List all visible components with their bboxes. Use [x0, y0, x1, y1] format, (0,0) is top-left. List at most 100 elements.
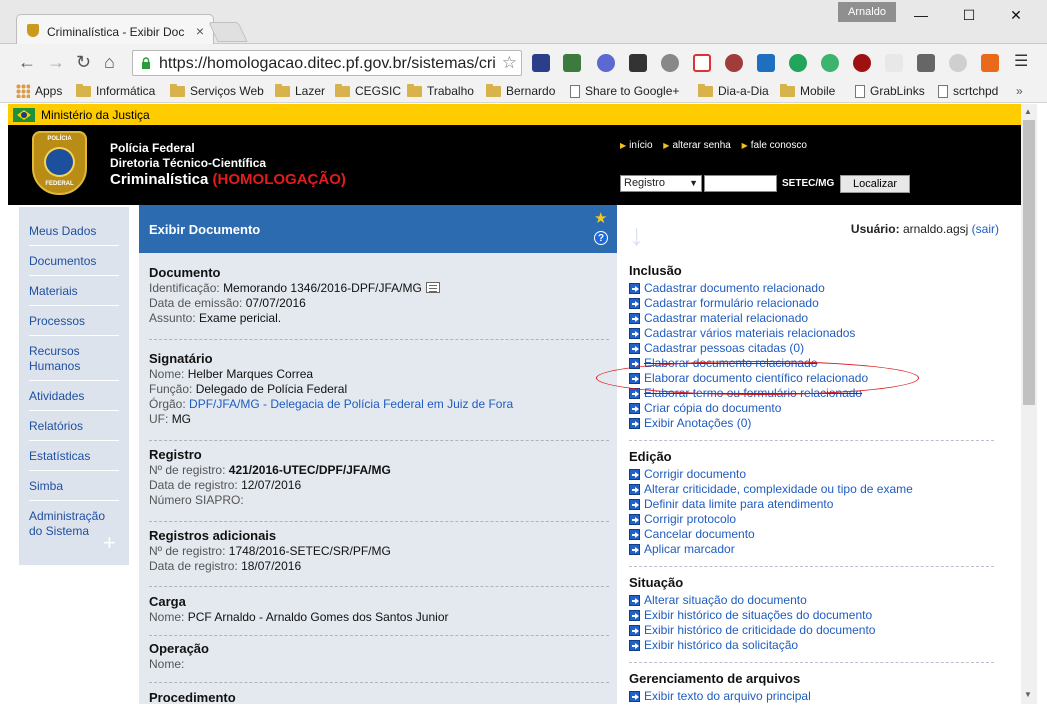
action-historico-solicitacao[interactable]: Exibir histórico da solicitação — [629, 638, 798, 652]
sidebar-item-materiais[interactable]: Materiais — [29, 284, 119, 299]
help-icon[interactable]: ? — [594, 231, 608, 245]
action-exibir-texto-arquivo[interactable]: Exibir texto do arquivo principal — [629, 689, 811, 703]
tab-title: Criminalística - Exibir Doc — [47, 25, 185, 39]
action-arrow-icon — [629, 609, 640, 621]
sidebar-item-recursos-humanos[interactable]: Recursos Humanos — [29, 344, 119, 374]
folder-icon — [698, 83, 713, 97]
favorite-star-icon[interactable]: ★ — [594, 209, 607, 227]
bookmark-page[interactable]: GrabLinks — [855, 84, 925, 98]
menu-icon[interactable]: ☰ — [1014, 53, 1028, 71]
bookmark-folder[interactable]: Bernardo — [486, 83, 555, 98]
sidebar-item-simba[interactable]: Simba — [29, 479, 119, 494]
back-icon[interactable]: ← — [18, 53, 36, 71]
action-cadastrar-varios-materiais[interactable]: Cadastrar vários materiais relacionados — [629, 326, 855, 340]
signer-org-link[interactable]: DPF/JFA/MG - Delegacia de Polícia Federa… — [189, 397, 513, 411]
action-definir-data-limite[interactable]: Definir data limite para atendimento — [629, 497, 833, 511]
ministry-label[interactable]: Ministério da Justiça — [41, 108, 150, 122]
fale-conosco-link[interactable]: ▶ fale conosco — [742, 140, 807, 151]
divider — [29, 470, 119, 471]
scroll-down-icon[interactable]: ▼ — [1024, 690, 1032, 699]
localizar-button[interactable]: Localizar — [840, 175, 910, 193]
badge-top-text: POLÍCIA — [47, 136, 72, 142]
search-input[interactable] — [704, 175, 777, 192]
bookmark-page[interactable]: scrtchpd — [938, 84, 998, 98]
operacao-name-label: Nome: — [149, 657, 185, 671]
gmail-icon[interactable] — [693, 54, 711, 72]
search-type-select[interactable]: Registro ▼ — [620, 175, 702, 192]
home-icon[interactable]: ⌂ — [104, 53, 115, 71]
bookmark-folder[interactable]: Dia-a-Dia — [698, 83, 769, 98]
action-cadastrar-formulario[interactable]: Cadastrar formulário relacionado — [629, 296, 819, 310]
sidebar-item-processos[interactable]: Processos — [29, 314, 119, 329]
bookmark-page[interactable]: Share to Google+ — [570, 84, 679, 98]
extension-icon[interactable] — [981, 54, 999, 72]
document-view-icon[interactable] — [425, 282, 440, 293]
css-icon[interactable] — [885, 54, 903, 72]
sidebar-item-documentos[interactable]: Documentos — [29, 254, 119, 269]
action-exibir-anotacoes[interactable]: Exibir Anotações (0) — [629, 416, 751, 430]
action-criar-copia[interactable]: Criar cópia do documento — [629, 401, 781, 415]
minimize-icon[interactable]: — — [906, 5, 936, 25]
logout-link[interactable]: (sair) — [972, 222, 999, 236]
bookmark-apps[interactable]: Apps — [16, 84, 62, 98]
profile-chip[interactable]: Arnaldo — [838, 2, 896, 22]
bookmark-folder[interactable]: CEGSIC — [335, 83, 401, 98]
action-corrigir-documento[interactable]: Corrigir documento — [629, 467, 746, 481]
browser-tab[interactable]: Criminalística - Exibir Doc × — [16, 14, 214, 45]
new-tab-button[interactable] — [208, 22, 248, 42]
extension-icon[interactable] — [725, 54, 743, 72]
address-bar[interactable]: https://homologacao.ditec.pf.gov.br/sist… — [132, 50, 522, 76]
action-cadastrar-material[interactable]: Cadastrar material relacionado — [629, 311, 808, 325]
extension-icon[interactable] — [563, 54, 581, 72]
extension-icon[interactable] — [661, 54, 679, 72]
action-alterar-criticidade[interactable]: Alterar criticidade, complexidade ou tip… — [629, 482, 913, 496]
alterar-senha-link[interactable]: ▶ alterar senha — [663, 140, 731, 151]
more-bookmarks-icon[interactable]: » — [1016, 84, 1023, 98]
action-corrigir-protocolo[interactable]: Corrigir protocolo — [629, 512, 736, 526]
action-cadastrar-pessoas[interactable]: Cadastrar pessoas citadas (0) — [629, 341, 804, 355]
ublock-icon[interactable] — [853, 54, 871, 72]
action-arrow-icon — [629, 297, 640, 309]
action-aplicar-marcador[interactable]: Aplicar marcador — [629, 542, 735, 556]
sidebar-item-meus-dados[interactable]: Meus Dados — [29, 224, 119, 239]
bookmark-folder[interactable]: Mobile — [780, 83, 835, 98]
close-tab-icon[interactable]: × — [196, 23, 204, 39]
extension-icon[interactable] — [757, 54, 775, 72]
sidebar-item-relatorios[interactable]: Relatórios — [29, 419, 119, 434]
action-historico-criticidade[interactable]: Exibir histórico de criticidade do docum… — [629, 623, 875, 637]
extension-icon[interactable] — [629, 54, 647, 72]
page-scrollbar[interactable]: ▲ ▼ — [1021, 104, 1037, 704]
extension-icon[interactable] — [532, 54, 550, 72]
sidebar-item-estatisticas[interactable]: Estatísticas — [29, 449, 119, 464]
bookmark-folder[interactable]: Serviços Web — [170, 83, 264, 98]
action-historico-situacoes[interactable]: Exibir histórico de situações do documen… — [629, 608, 872, 622]
inicio-link[interactable]: ▶ início — [620, 140, 653, 151]
bookmark-folder[interactable]: Trabalho — [407, 83, 474, 98]
extension-icon[interactable] — [597, 54, 615, 72]
action-alterar-situacao[interactable]: Alterar situação do documento — [629, 593, 807, 607]
folder-icon — [275, 83, 290, 97]
brazil-flag-icon — [13, 108, 35, 122]
close-window-icon[interactable]: ✕ — [1001, 5, 1031, 25]
extension-icon[interactable] — [789, 54, 807, 72]
arrow-right-icon: ▶ — [741, 141, 748, 150]
maximize-icon[interactable]: ☐ — [954, 5, 984, 25]
extension-icon[interactable] — [821, 54, 839, 72]
folder-icon — [407, 83, 422, 97]
bookmark-folder[interactable]: Informática — [76, 83, 155, 98]
sidebar-item-atividades[interactable]: Atividades — [29, 389, 119, 404]
plus-icon[interactable]: + — [103, 530, 116, 556]
section-title: Operação — [149, 641, 209, 656]
reload-icon[interactable]: ↻ — [76, 53, 91, 71]
action-arrow-icon — [629, 513, 640, 525]
extension-icon[interactable] — [917, 54, 935, 72]
scrollbar-thumb[interactable] — [1023, 120, 1035, 405]
search-icon[interactable] — [949, 54, 967, 72]
bookmark-star-icon[interactable]: ☆ — [502, 53, 517, 73]
action-cancelar-documento[interactable]: Cancelar documento — [629, 527, 755, 541]
bookmark-folder[interactable]: Lazer — [275, 83, 325, 98]
forward-icon[interactable]: → — [47, 53, 65, 71]
scroll-up-icon[interactable]: ▲ — [1024, 107, 1032, 116]
action-cadastrar-documento[interactable]: Cadastrar documento relacionado — [629, 281, 825, 295]
folder-icon — [780, 83, 795, 97]
